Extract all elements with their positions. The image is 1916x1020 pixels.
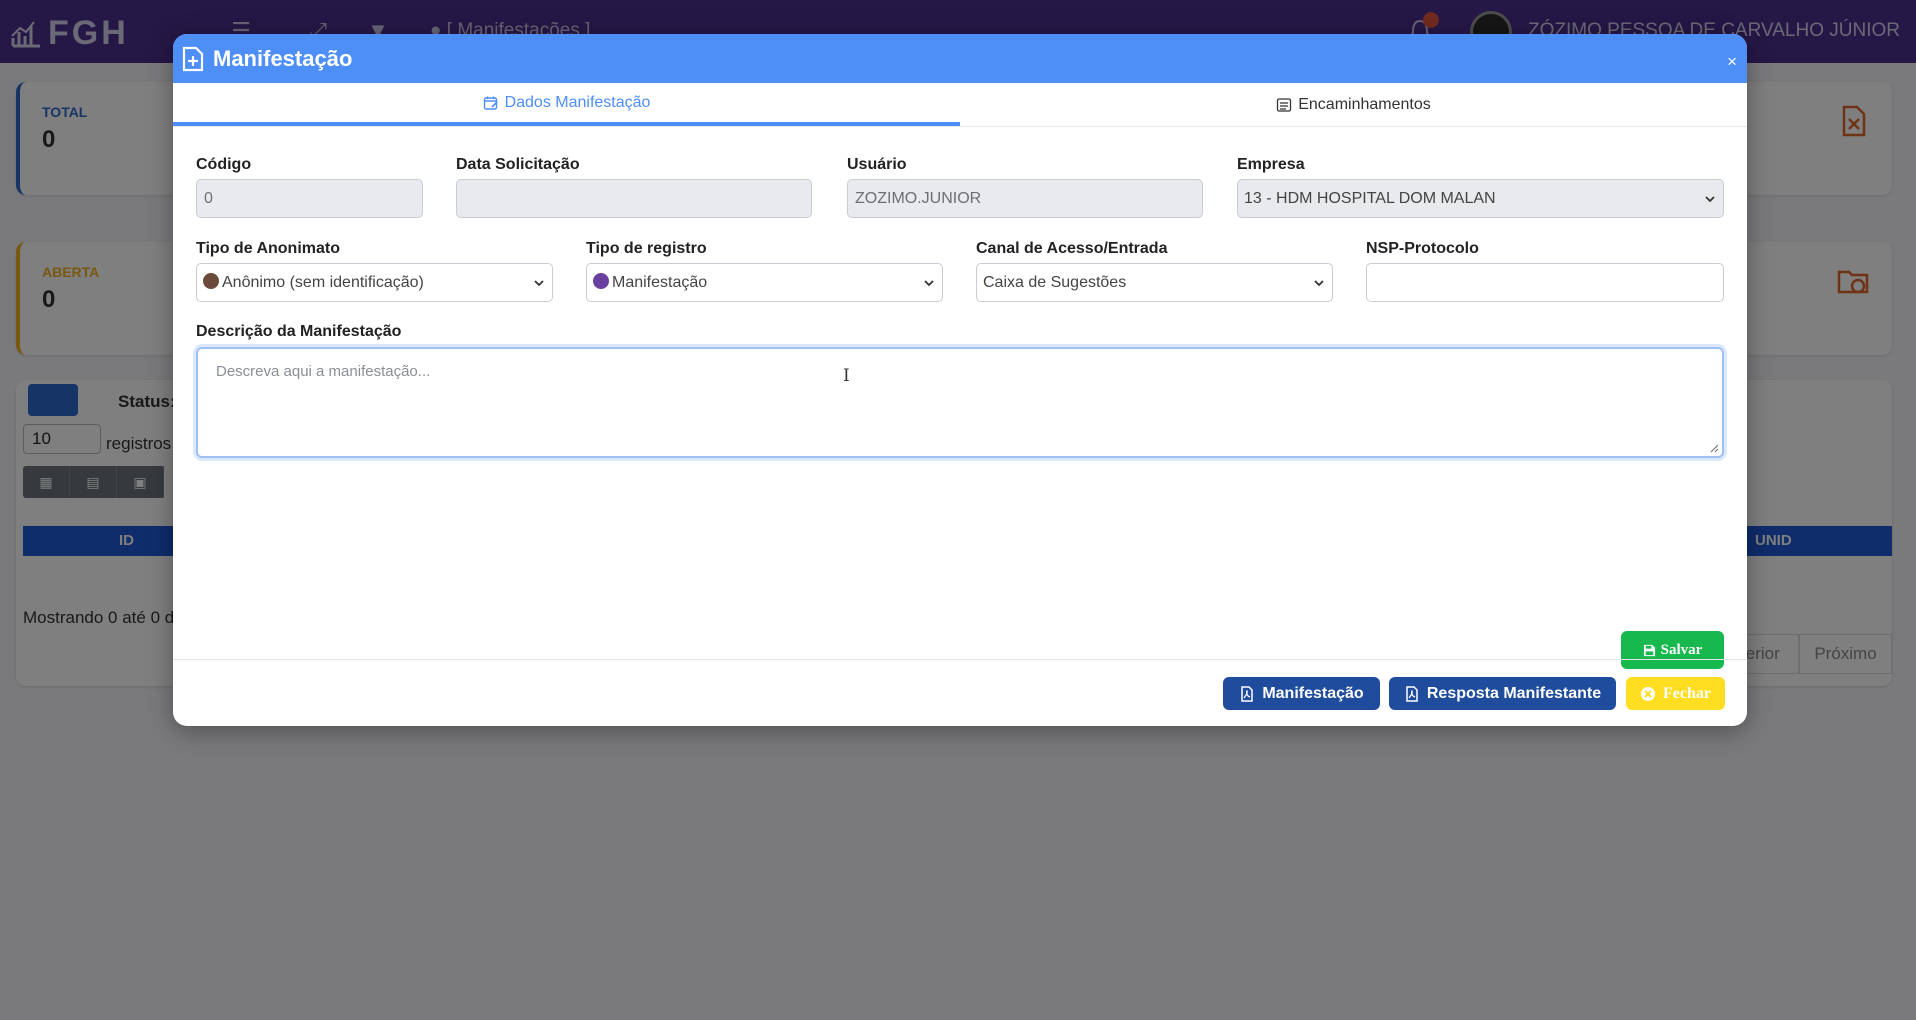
tipo-registro-value: Manifestação	[612, 274, 708, 291]
save-label: Salvar	[1660, 641, 1703, 658]
manifestacao-form: Código 0 Data Solicitação Usuário ZOZIMO…	[173, 127, 1747, 669]
file-plus-icon	[182, 46, 204, 71]
tipo-registro-select[interactable]: Manifestação	[586, 263, 943, 302]
manifestacao-modal: Manifestação × Dados Manifestação Encami…	[173, 34, 1747, 726]
modal-tabs: Dados Manifestação Encaminhamentos	[173, 83, 1747, 127]
speaking-head-emoji-icon	[593, 273, 609, 289]
descricao-label: Descrição da Manifestação	[196, 323, 402, 340]
manifestacao-pdf-label: Manifestação	[1262, 684, 1364, 702]
chevron-down-icon	[1705, 195, 1715, 202]
fechar-label: Fechar	[1663, 684, 1711, 702]
codigo-field[interactable]: 0	[196, 179, 423, 218]
chevron-down-icon	[1314, 279, 1324, 286]
tab-label: Dados Manifestação	[504, 93, 651, 111]
empresa-select[interactable]: 13 - HDM HOSPITAL DOM MALAN	[1237, 179, 1724, 218]
tipo-anonimato-label: Tipo de Anonimato	[196, 240, 340, 257]
tab-label: Encaminhamentos	[1298, 95, 1431, 113]
descricao-textarea[interactable]: Descreva aqui a manifestação...	[196, 347, 1724, 458]
chevron-down-icon	[924, 279, 934, 286]
close-icon[interactable]: ×	[1727, 52, 1737, 72]
codigo-label: Código	[196, 156, 252, 173]
floppy-disk-icon	[1643, 644, 1655, 656]
data-solicitacao-field[interactable]	[456, 179, 812, 218]
usuario-field[interactable]: ZOZIMO.JUNIOR	[847, 179, 1203, 218]
canal-acesso-value: Caixa de Sugestões	[983, 273, 1127, 291]
tipo-anonimato-value: Anônimo (sem identificação)	[222, 274, 424, 291]
tab-dados-manifestacao[interactable]: Dados Manifestação	[173, 83, 960, 126]
x-circle-icon	[1641, 686, 1655, 701]
edit-calendar-icon	[483, 96, 498, 110]
canal-acesso-select[interactable]: Caixa de Sugestões	[976, 263, 1333, 302]
file-pdf-icon	[1406, 685, 1418, 702]
descricao-placeholder: Descreva aqui a manifestação...	[216, 363, 431, 380]
usuario-label: Usuário	[847, 156, 907, 173]
modal-header: Manifestação ×	[173, 34, 1747, 83]
empresa-label: Empresa	[1237, 156, 1305, 173]
nsp-protocolo-label: NSP-Protocolo	[1366, 240, 1479, 257]
modal-footer: Manifestação Resposta Manifestante Fecha…	[173, 659, 1747, 726]
detective-emoji-icon	[203, 273, 219, 289]
resposta-manifestante-button[interactable]: Resposta Manifestante	[1389, 677, 1616, 710]
modal-title: Manifestação	[213, 45, 353, 71]
tab-encaminhamentos[interactable]: Encaminhamentos	[960, 83, 1747, 126]
tipo-registro-label: Tipo de registro	[586, 240, 707, 257]
data-solicitacao-label: Data Solicitação	[456, 156, 580, 173]
resize-grip-icon[interactable]	[1709, 443, 1719, 453]
empresa-value: 13 - HDM HOSPITAL DOM MALAN	[1244, 189, 1496, 207]
text-cursor-icon: I	[843, 366, 850, 386]
list-icon	[1277, 97, 1292, 112]
resposta-manifestante-label: Resposta Manifestante	[1426, 684, 1602, 702]
chevron-down-icon	[534, 279, 544, 286]
tipo-anonimato-select[interactable]: Anônimo (sem identificação)	[196, 263, 553, 302]
canal-acesso-label: Canal de Acesso/Entrada	[976, 240, 1168, 257]
manifestacao-pdf-button[interactable]: Manifestação	[1223, 677, 1380, 710]
fechar-button[interactable]: Fechar	[1626, 677, 1725, 710]
file-pdf-icon	[1241, 685, 1254, 702]
nsp-protocolo-field[interactable]	[1366, 263, 1724, 302]
